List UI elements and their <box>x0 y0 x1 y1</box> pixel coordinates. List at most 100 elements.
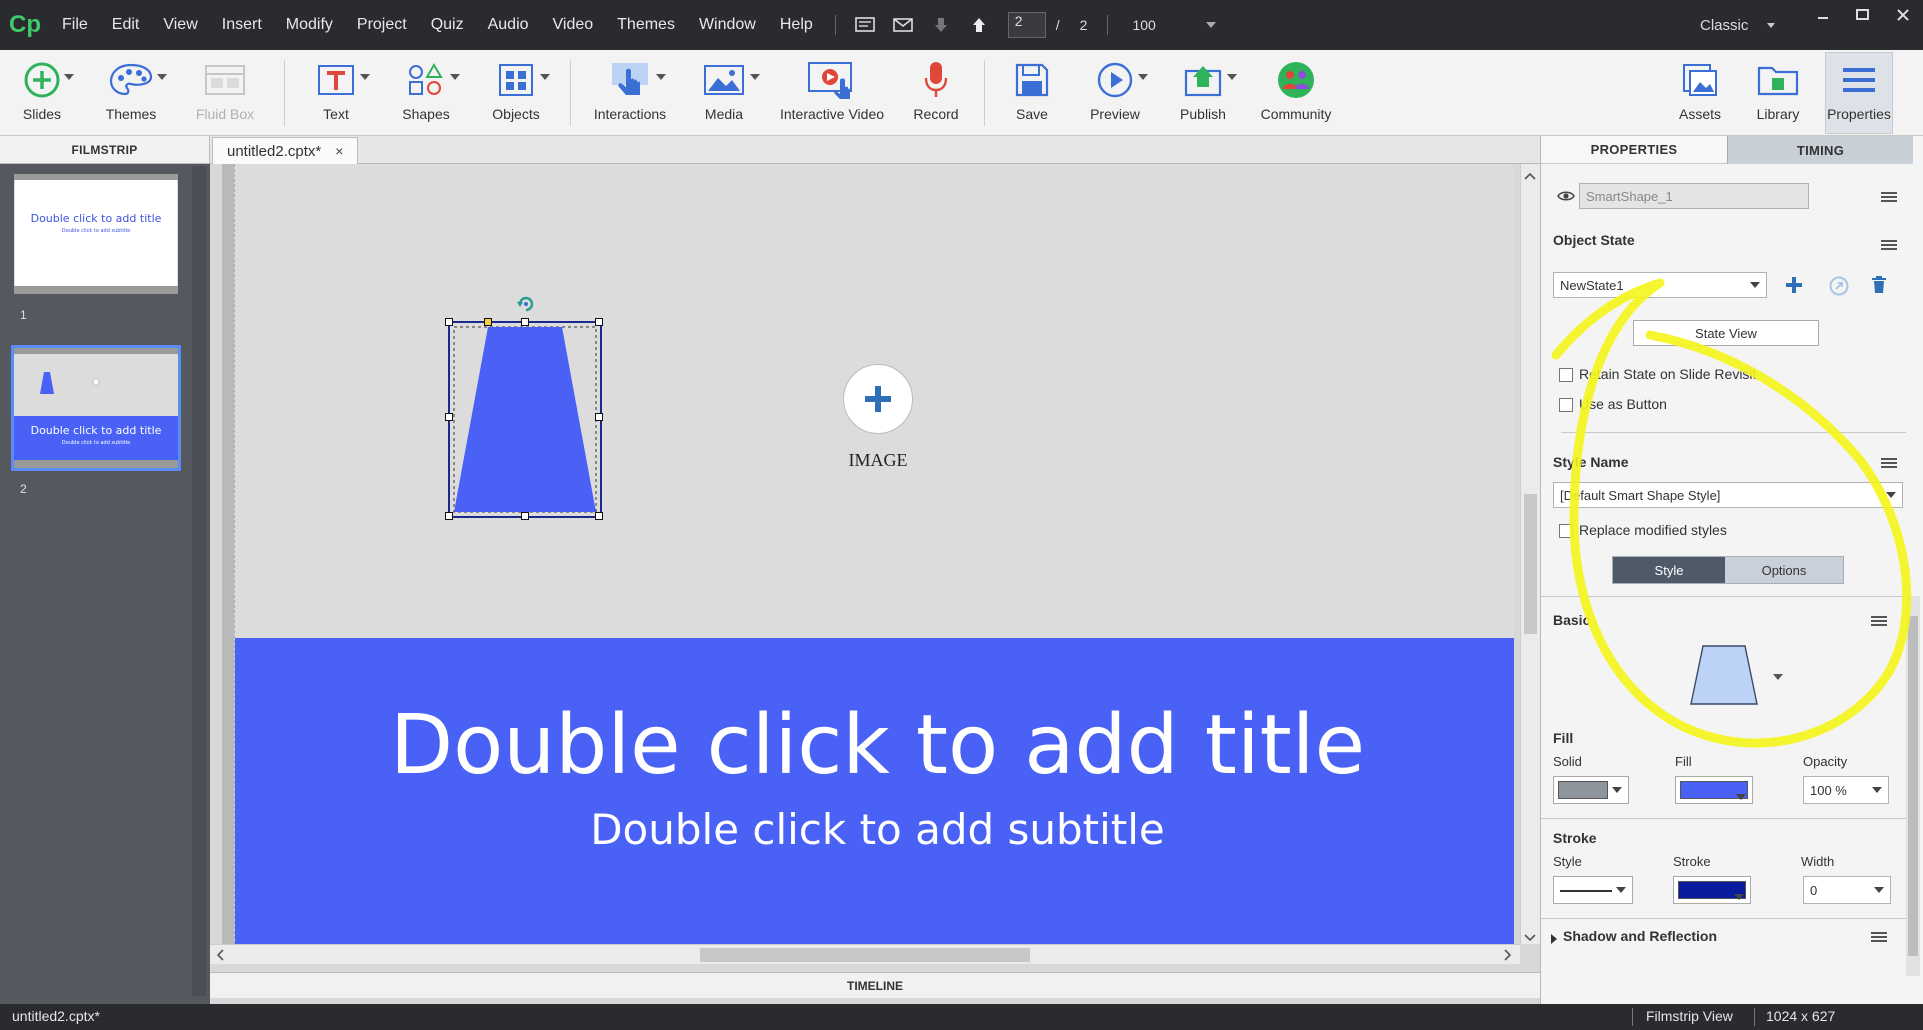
menu-audio[interactable]: Audio <box>476 0 541 50</box>
fill-type-select[interactable] <box>1553 776 1629 804</box>
slides-button[interactable]: Slides <box>12 56 74 132</box>
menu-window[interactable]: Window <box>687 0 768 50</box>
slide-2-canvas[interactable]: Double click to add title Double click t… <box>234 164 1514 944</box>
slide-thumbnail-1[interactable]: Double click to add title Double click t… <box>13 173 179 295</box>
visibility-eye-icon[interactable] <box>1557 190 1575 205</box>
reset-state-icon[interactable] <box>1829 276 1849 299</box>
previous-slide-icon[interactable] <box>964 10 994 40</box>
chevron-left-icon[interactable] <box>216 949 224 964</box>
mail-icon[interactable] <box>888 10 918 40</box>
properties-scroll-thumb[interactable] <box>1908 616 1918 956</box>
library-button[interactable]: Library <box>1746 56 1810 132</box>
maximize-icon[interactable] <box>1843 0 1883 30</box>
style-name-select[interactable]: [Default Smart Shape Style] <box>1553 482 1903 508</box>
shape-type-picker[interactable] <box>1689 644 1761 711</box>
menu-modify[interactable]: Modify <box>274 0 345 50</box>
chevron-up-icon[interactable] <box>1524 168 1536 183</box>
shadow-reflection-heading[interactable]: Shadow and Reflection <box>1563 928 1717 944</box>
stroke-width-select[interactable]: 0 <box>1803 876 1891 904</box>
publish-button[interactable]: Publish <box>1170 56 1237 132</box>
community-button[interactable]: Community <box>1256 56 1336 132</box>
image-placeholder-button[interactable] <box>843 364 913 434</box>
properties-button[interactable]: Properties <box>1826 56 1892 132</box>
basic-menu-icon[interactable] <box>1871 616 1887 628</box>
slide-thumbnail-2[interactable]: Double click to add title Double click t… <box>11 345 181 471</box>
retain-state-checkbox[interactable] <box>1559 368 1573 382</box>
state-view-button[interactable]: State View <box>1633 320 1819 346</box>
options-tab-button[interactable]: Options <box>1725 557 1843 583</box>
menu-help[interactable]: Help <box>768 0 825 50</box>
vertical-scroll-thumb[interactable] <box>1524 494 1537 634</box>
menu-themes[interactable]: Themes <box>605 0 687 50</box>
menu-quiz[interactable]: Quiz <box>419 0 476 50</box>
menu-edit[interactable]: Edit <box>100 0 152 50</box>
resize-handle[interactable] <box>445 512 453 520</box>
menu-project[interactable]: Project <box>345 0 419 50</box>
current-slide-input[interactable]: 2 <box>1007 12 1046 38</box>
chevron-down-icon[interactable] <box>1524 930 1536 945</box>
object-state-select[interactable]: NewState1 <box>1553 272 1767 298</box>
object-name-field[interactable]: SmartShape_1 <box>1579 183 1809 209</box>
shadow-menu-icon[interactable] <box>1871 932 1887 944</box>
fill-color-picker[interactable] <box>1675 776 1753 804</box>
tab-properties[interactable]: PROPERTIES <box>1541 136 1727 164</box>
interactive-video-button[interactable]: Interactive Video <box>774 56 890 132</box>
menu-file[interactable]: File <box>50 0 100 50</box>
workspace-layout-select[interactable]: Classic <box>1700 12 1775 38</box>
slide-subtitle-placeholder[interactable]: Double click to add subtitle <box>235 805 1514 854</box>
tab-timing[interactable]: TIMING <box>1727 136 1913 164</box>
close-icon[interactable] <box>1883 0 1923 30</box>
menu-video[interactable]: Video <box>541 0 606 50</box>
style-name-menu-icon[interactable] <box>1881 458 1897 470</box>
resize-handle[interactable] <box>521 318 529 326</box>
opacity-select[interactable]: 100 % <box>1803 776 1889 804</box>
menu-view[interactable]: View <box>151 0 209 50</box>
assets-button[interactable]: Assets <box>1670 56 1730 132</box>
style-tab-button[interactable]: Style <box>1613 557 1725 583</box>
record-button[interactable]: Record <box>906 56 966 132</box>
timeline-toggle[interactable]: TIMELINE <box>210 972 1540 998</box>
interactions-button[interactable]: Interactions <box>590 56 670 132</box>
chevron-right-icon[interactable] <box>1551 934 1557 944</box>
save-button[interactable]: Save <box>1002 56 1062 132</box>
shape-adjust-handle[interactable] <box>484 318 492 326</box>
trapezoid-shape[interactable] <box>450 323 600 516</box>
resize-handle[interactable] <box>445 318 453 326</box>
chevron-right-icon[interactable] <box>1504 949 1512 964</box>
stage-vertical-scrollbar[interactable] <box>1520 164 1540 944</box>
resize-handle[interactable] <box>521 512 529 520</box>
chevron-down-icon[interactable] <box>1773 674 1783 680</box>
document-tab[interactable]: untitled2.cptx* × <box>212 137 359 164</box>
preview-button[interactable]: Preview <box>1082 56 1148 132</box>
stroke-style-select[interactable] <box>1553 876 1633 904</box>
objects-button[interactable]: Objects <box>486 56 550 132</box>
media-button[interactable]: Media <box>692 56 760 132</box>
next-slide-icon[interactable] <box>926 10 956 40</box>
delete-state-icon[interactable] <box>1871 276 1887 297</box>
stage-horizontal-scrollbar[interactable] <box>210 944 1520 964</box>
menu-insert[interactable]: Insert <box>210 0 274 50</box>
panel-menu-icon[interactable] <box>1881 192 1897 204</box>
add-state-icon[interactable] <box>1785 276 1803 297</box>
text-button[interactable]: Text <box>306 56 370 132</box>
horizontal-scroll-thumb[interactable] <box>700 948 1030 962</box>
resize-handle[interactable] <box>445 413 453 421</box>
rotate-handle-icon[interactable] <box>515 293 537 315</box>
object-state-menu-icon[interactable] <box>1881 240 1897 252</box>
themes-button[interactable]: Themes <box>96 56 167 132</box>
properties-scrollbar[interactable] <box>1906 596 1920 976</box>
slide-title-placeholder[interactable]: Double click to add title <box>235 698 1514 793</box>
use-as-button-checkbox[interactable] <box>1559 398 1573 412</box>
slide-notes-icon[interactable] <box>850 10 880 40</box>
close-icon[interactable]: × <box>335 143 343 159</box>
minimize-icon[interactable] <box>1803 0 1843 30</box>
shapes-button[interactable]: Shapes <box>396 56 460 132</box>
smartshape-selection[interactable] <box>445 296 603 520</box>
resize-handle[interactable] <box>595 413 603 421</box>
resize-handle[interactable] <box>595 318 603 326</box>
stroke-color-picker[interactable] <box>1673 876 1751 904</box>
replace-modified-checkbox[interactable] <box>1559 524 1573 538</box>
zoom-select[interactable]: 100 <box>1126 12 1216 38</box>
filmstrip-scrollbar[interactable] <box>192 166 206 996</box>
resize-handle[interactable] <box>595 512 603 520</box>
